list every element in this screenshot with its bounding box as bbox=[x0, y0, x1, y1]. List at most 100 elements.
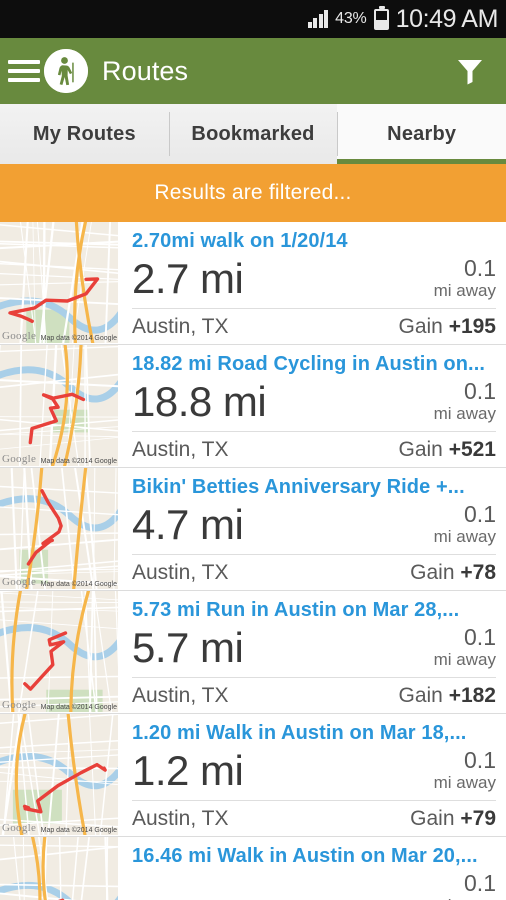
hiker-logo-icon bbox=[44, 49, 88, 93]
clock-label: 10:49 AM bbox=[395, 4, 499, 33]
tab-bookmarked[interactable]: Bookmarked bbox=[168, 104, 338, 164]
gain-value: +182 bbox=[448, 683, 496, 707]
route-list-item[interactable]: Google Map data ©2014 Google 2.70mi walk… bbox=[0, 222, 506, 345]
gain-value: +78 bbox=[460, 560, 496, 584]
tab-nearby[interactable]: Nearby bbox=[337, 104, 506, 164]
route-distance-away: 0.1 mi away bbox=[434, 376, 496, 424]
route-distance-away: 0.1 mi away bbox=[434, 745, 496, 793]
gain-value: +521 bbox=[448, 437, 496, 461]
route-list-item[interactable]: Google Map data ©2014 Google 16.46 mi Wa… bbox=[0, 837, 506, 900]
route-location: Austin, TX bbox=[132, 314, 229, 338]
gain-value: +79 bbox=[460, 806, 496, 830]
away-value: 0.1 bbox=[464, 624, 496, 650]
route-distance: 18.8 mi bbox=[132, 378, 267, 425]
route-map-thumbnail[interactable]: Google Map data ©2014 Google bbox=[0, 837, 118, 900]
map-attribution: Map data ©2014 Google bbox=[40, 335, 117, 342]
google-watermark: Google bbox=[2, 699, 37, 711]
route-map-thumbnail[interactable]: Google Map data ©2014 Google bbox=[0, 591, 118, 712]
battery-fill bbox=[375, 20, 387, 28]
route-distance: 2.7 mi bbox=[132, 255, 244, 302]
map-attribution: Map data ©2014 Google bbox=[40, 458, 117, 465]
away-value: 0.1 bbox=[464, 747, 496, 773]
away-unit-label: mi away bbox=[433, 773, 496, 792]
gain-value: +195 bbox=[448, 314, 496, 338]
filtered-results-banner[interactable]: Results are filtered... bbox=[0, 164, 506, 222]
route-list-item[interactable]: Google Map data ©2014 Google 5.73 mi Run… bbox=[0, 591, 506, 714]
route-location: Austin, TX bbox=[132, 806, 229, 830]
signal-bars-icon bbox=[307, 10, 329, 28]
route-metrics: 18.8 mi 0.1 mi away bbox=[132, 376, 496, 431]
route-distance-away: 0.1 mi away bbox=[434, 253, 496, 301]
route-title[interactable]: 1.20 mi Walk in Austin on Mar 18,... bbox=[132, 718, 496, 745]
google-watermark: Google bbox=[2, 576, 37, 588]
hamburger-menu-icon[interactable] bbox=[6, 60, 40, 82]
route-distance-away: 0.1 mi away bbox=[434, 499, 496, 547]
route-distance: 5.7 mi bbox=[132, 624, 244, 671]
google-watermark: Google bbox=[2, 330, 37, 342]
battery-percent-label: 43% bbox=[335, 10, 367, 27]
gain-label: Gain bbox=[398, 683, 443, 707]
route-distance-away: 0.1 mi away bbox=[434, 868, 496, 900]
tab-bar: My Routes Bookmarked Nearby bbox=[0, 104, 506, 164]
route-metrics: 1.2 mi 0.1 mi away bbox=[132, 745, 496, 800]
route-details: 18.82 mi Road Cycling in Austin on... 18… bbox=[118, 345, 506, 467]
google-watermark: Google bbox=[2, 822, 37, 834]
map-attribution: Map data ©2014 Google bbox=[40, 581, 117, 588]
away-value: 0.1 bbox=[464, 255, 496, 281]
gain-label: Gain bbox=[410, 560, 455, 584]
away-unit-label: mi away bbox=[433, 281, 496, 300]
route-details: Bikin' Betties Anniversary Ride +... 4.7… bbox=[118, 468, 506, 590]
filtered-results-label: Results are filtered... bbox=[154, 181, 352, 204]
route-distance: 4.7 mi bbox=[132, 501, 244, 548]
route-title[interactable]: 16.46 mi Walk in Austin on Mar 20,... bbox=[132, 841, 496, 868]
status-bar: 43% 10:49 AM bbox=[0, 0, 506, 38]
route-map-thumbnail[interactable]: Google Map data ©2014 Google bbox=[0, 468, 118, 589]
tab-bookmarked-label: Bookmarked bbox=[191, 122, 315, 145]
map-attribution: Map data ©2014 Google bbox=[40, 704, 117, 711]
away-value: 0.1 bbox=[464, 501, 496, 527]
route-title[interactable]: Bikin' Betties Anniversary Ride +... bbox=[132, 472, 496, 499]
tab-my-routes-label: My Routes bbox=[32, 122, 136, 145]
route-footer: Austin, TX Gain +78 bbox=[132, 554, 496, 590]
route-list-item[interactable]: Google Map data ©2014 Google 18.82 mi Ro… bbox=[0, 345, 506, 468]
away-value: 0.1 bbox=[464, 378, 496, 404]
route-footer: Austin, TX Gain +521 bbox=[132, 431, 496, 467]
route-elevation-gain: Gain +78 bbox=[410, 561, 496, 585]
route-map-thumbnail[interactable]: Google Map data ©2014 Google bbox=[0, 222, 118, 343]
route-map-thumbnail[interactable]: Google Map data ©2014 Google bbox=[0, 714, 118, 835]
route-details: 5.73 mi Run in Austin on Mar 28,... 5.7 … bbox=[118, 591, 506, 713]
route-metrics: 5.7 mi 0.1 mi away bbox=[132, 622, 496, 677]
route-location: Austin, TX bbox=[132, 683, 229, 707]
route-metrics: 0.1 mi away bbox=[132, 868, 496, 900]
route-metrics: 4.7 mi 0.1 mi away bbox=[132, 499, 496, 554]
gain-label: Gain bbox=[398, 314, 443, 338]
away-value: 0.1 bbox=[464, 870, 496, 896]
route-list-item[interactable]: Google Map data ©2014 Google Bikin' Bett… bbox=[0, 468, 506, 591]
route-elevation-gain: Gain +182 bbox=[398, 684, 496, 708]
away-unit-label: mi away bbox=[433, 527, 496, 546]
gain-label: Gain bbox=[398, 437, 443, 461]
filter-funnel-icon[interactable] bbox=[448, 49, 492, 93]
route-list-item[interactable]: Google Map data ©2014 Google 1.20 mi Wal… bbox=[0, 714, 506, 837]
route-map-thumbnail[interactable]: Google Map data ©2014 Google bbox=[0, 345, 118, 466]
battery-icon bbox=[373, 5, 389, 30]
route-title[interactable]: 18.82 mi Road Cycling in Austin on... bbox=[132, 349, 496, 376]
route-details: 2.70mi walk on 1/20/14 2.7 mi 0.1 mi awa… bbox=[118, 222, 506, 344]
route-title[interactable]: 2.70mi walk on 1/20/14 bbox=[132, 226, 496, 253]
gain-label: Gain bbox=[410, 806, 455, 830]
route-footer: Austin, TX Gain +79 bbox=[132, 800, 496, 836]
route-distance-away: 0.1 mi away bbox=[434, 622, 496, 670]
route-distance: 1.2 mi bbox=[132, 747, 244, 794]
route-details: 16.46 mi Walk in Austin on Mar 20,... 0.… bbox=[118, 837, 506, 900]
google-watermark: Google bbox=[2, 453, 37, 465]
route-elevation-gain: Gain +521 bbox=[398, 438, 496, 462]
route-footer: Austin, TX Gain +195 bbox=[132, 308, 496, 344]
route-elevation-gain: Gain +79 bbox=[410, 807, 496, 831]
route-location: Austin, TX bbox=[132, 437, 229, 461]
action-bar: Routes bbox=[0, 38, 506, 104]
away-unit-label: mi away bbox=[433, 404, 496, 423]
tab-my-routes[interactable]: My Routes bbox=[0, 104, 169, 164]
route-location: Austin, TX bbox=[132, 560, 229, 584]
page-title: Routes bbox=[102, 55, 189, 86]
route-title[interactable]: 5.73 mi Run in Austin on Mar 28,... bbox=[132, 595, 496, 622]
